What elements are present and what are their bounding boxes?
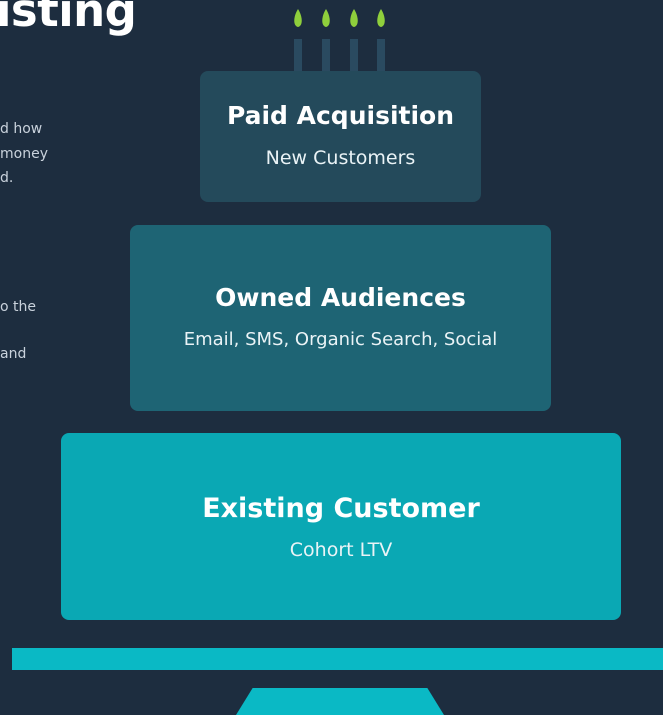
tier-paid-acquisition: Paid Acquisition New Customers: [200, 71, 481, 202]
cake-plate: [12, 648, 663, 670]
candle-1: [294, 9, 302, 72]
tier-title: Paid Acquisition: [226, 101, 455, 130]
side-text-line: money: [0, 146, 48, 162]
flame-icon: [322, 9, 330, 27]
side-text-line: d how: [0, 121, 43, 137]
side-text-line: and: [0, 346, 27, 362]
tier-existing-customer: Existing Customer Cohort LTV: [61, 433, 621, 620]
tier-subtitle: Email, SMS, Organic Search, Social: [183, 329, 498, 350]
candle-4: [377, 9, 385, 72]
flame-icon: [350, 9, 358, 27]
flame-icon: [377, 9, 385, 27]
candle-2: [322, 9, 330, 72]
tier-subtitle: New Customers: [265, 147, 416, 169]
tier-title: Owned Audiences: [215, 283, 466, 312]
flame-icon: [294, 9, 302, 27]
cake-diagram: isting d how money d. o the and Paid Acq…: [0, 0, 663, 715]
tier-subtitle: Cohort LTV: [289, 539, 393, 561]
candle-3: [350, 9, 358, 72]
cake-stand: [236, 688, 444, 715]
side-text-line: d.: [0, 170, 14, 186]
tier-title: Existing Customer: [202, 493, 480, 524]
tier-owned-audiences: Owned Audiences Email, SMS, Organic Sear…: [130, 225, 551, 411]
side-text-line: o the: [0, 299, 36, 315]
